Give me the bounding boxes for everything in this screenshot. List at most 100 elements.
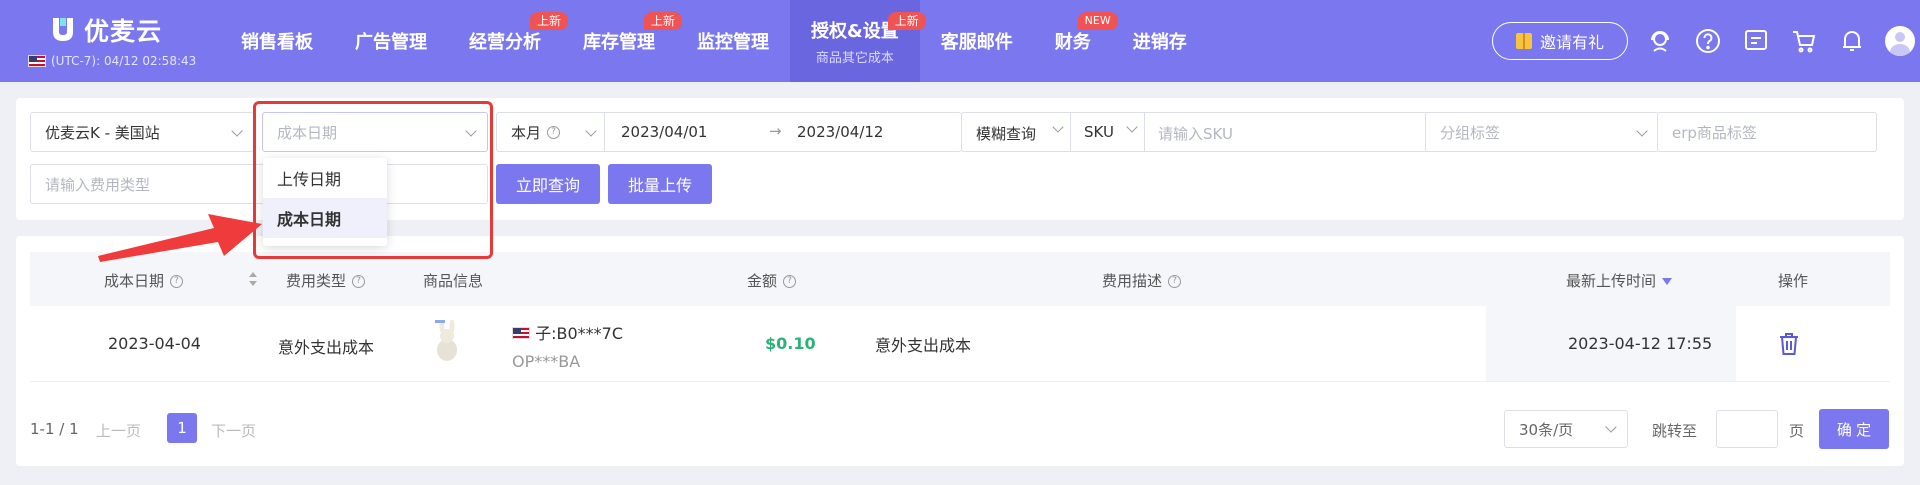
field-type-select[interactable]: SKU <box>1084 123 1114 141</box>
date-type-dropdown: 上传日期 成本日期 <box>263 158 387 246</box>
jump-page-input[interactable] <box>1716 410 1778 448</box>
nav-inventory[interactable]: 库存管理 上新 <box>562 0 682 82</box>
nav-ad-management[interactable]: 广告管理 <box>334 0 448 82</box>
header-actions: 操作 <box>1778 272 1809 290</box>
chevron-down-icon <box>1126 121 1138 133</box>
annotation-arrow-icon <box>98 214 262 262</box>
timezone-clock: (UTC-7): 04/12 02:58:43 <box>28 54 196 68</box>
chevron-down-icon <box>1636 125 1648 137</box>
cell-fee-desc: 意外支出成本 <box>875 336 972 355</box>
query-button[interactable]: 立即查询 <box>496 164 600 204</box>
nav-customer-email[interactable]: 客服邮件 <box>920 0 1034 82</box>
fee-type-placeholder: 请输入费用类型 <box>45 175 151 194</box>
table-header: 成本日期? 费用类型? 商品信息 金额? 费用描述? 最新上传时间 操作 <box>30 252 1890 306</box>
dropdown-option-cost-date[interactable]: 成本日期 <box>263 198 387 238</box>
date-start[interactable]: 2023/04/01 <box>621 123 707 141</box>
timezone-text: (UTC-7): 04/12 02:58:43 <box>51 54 197 68</box>
customer-service-icon[interactable] <box>1645 26 1675 56</box>
nav-label: 经营分析 <box>469 32 541 53</box>
invite-label: 邀请有礼 <box>1539 35 1604 52</box>
child-asin-text[interactable]: 子:B0***7C <box>535 324 623 343</box>
cell-cost-date: 2023-04-04 <box>108 334 201 353</box>
help-icon: ? <box>170 275 184 288</box>
header-amount: 金额? <box>747 270 797 291</box>
header-label: 费用类型 <box>286 272 347 290</box>
search-group: 模糊查询 SKU 请输入SKU <box>961 112 1441 152</box>
divider <box>604 113 605 151</box>
main-nav: 销售看板 广告管理 经营分析 上新 库存管理 上新 监控管理 授权&设置商品其它成本… <box>220 0 1208 82</box>
chevron-down-icon <box>1605 421 1617 433</box>
nav-label: 销售看板 <box>241 32 313 53</box>
header-label: 费用描述 <box>1102 272 1163 290</box>
batch-upload-button[interactable]: 批量上传 <box>608 164 712 204</box>
invite-button[interactable]: 邀请有礼 <box>1492 22 1628 60</box>
header-upload-time[interactable]: 最新上传时间 <box>1566 270 1673 291</box>
us-flag-icon <box>512 327 530 339</box>
erp-tag-select[interactable]: erp商品标签 <box>1657 112 1877 152</box>
confirm-jump-button[interactable]: 确 定 <box>1819 409 1889 449</box>
nav-sales-dashboard[interactable]: 销售看板 <box>220 0 334 82</box>
table-row: 2023-04-04 意外支出成本 子:B0***7C OP***BA $0.1… <box>30 306 1890 382</box>
bell-icon[interactable] <box>1837 26 1867 56</box>
cell-upload-time: 2023-04-12 17:55 <box>1568 334 1713 353</box>
page-size-select[interactable]: 30条/页 <box>1504 410 1628 448</box>
cart-icon[interactable] <box>1789 26 1819 56</box>
next-page-button[interactable]: 下一页 <box>211 420 256 441</box>
nav-auth-settings[interactable]: 授权&设置 商品其它成本 上新 <box>790 0 926 82</box>
product-thumbnail[interactable] <box>429 320 465 364</box>
help-icon: ? <box>783 275 797 288</box>
divider <box>1070 113 1071 151</box>
nav-monitoring[interactable]: 监控管理 <box>676 0 790 82</box>
nav-finance[interactable]: 财务 NEW <box>1034 0 1118 82</box>
product-asin: 子:B0***7C <box>512 320 623 344</box>
top-navigation-bar: 优麦云 (UTC-7): 04/12 02:58:43 销售看板 广告管理 经营… <box>0 0 1920 82</box>
group-tag-select[interactable]: 分组标签 <box>1425 112 1659 152</box>
sort-desc-icon <box>1662 278 1673 285</box>
help-icon: ? <box>1168 275 1182 288</box>
help-icon: ? <box>547 125 561 139</box>
page-number-1[interactable]: 1 <box>167 413 197 443</box>
divider <box>1144 113 1145 151</box>
date-end[interactable]: 2023/04/12 <box>797 123 883 141</box>
sort-icon[interactable] <box>248 271 258 287</box>
dropdown-option-upload-date[interactable]: 上传日期 <box>263 158 387 198</box>
prev-page-button[interactable]: 上一页 <box>96 420 141 441</box>
nav-purchase-sales-inventory[interactable]: 进销存 <box>1112 0 1208 82</box>
cell-fee-type: 意外支出成本 <box>278 338 375 357</box>
message-icon[interactable] <box>1741 26 1771 56</box>
group-tag-placeholder: 分组标签 <box>1440 123 1501 142</box>
gift-icon <box>1515 33 1532 49</box>
shop-value: 优麦云K - 美国站 <box>45 123 160 142</box>
chevron-down-icon <box>585 125 597 137</box>
page-size-value: 30条/页 <box>1519 420 1574 439</box>
nav-business-analysis[interactable]: 经营分析 上新 <box>448 0 568 82</box>
logo-text: 优麦云 <box>84 17 163 46</box>
nav-label: 监控管理 <box>697 32 769 53</box>
page-unit-label: 页 <box>1789 422 1805 440</box>
shop-select[interactable]: 优麦云K - 美国站 <box>30 112 254 152</box>
match-mode-select[interactable]: 模糊查询 <box>976 123 1036 144</box>
header-product-info: 商品信息 <box>423 272 484 290</box>
user-avatar[interactable] <box>1885 26 1915 56</box>
table-panel: 成本日期? 费用类型? 商品信息 金额? 费用描述? 最新上传时间 操作 202… <box>16 236 1904 466</box>
help-icon[interactable] <box>1693 26 1723 56</box>
nav-label: 授权&设置 <box>811 20 899 42</box>
product-sku: OP***BA <box>512 352 581 371</box>
delete-icon[interactable] <box>1778 332 1800 356</box>
header-cost-date[interactable]: 成本日期? <box>104 270 184 291</box>
nav-label: 库存管理 <box>583 32 655 53</box>
nav-sub-label: 商品其它成本 <box>815 50 894 66</box>
sku-input[interactable]: 请输入SKU <box>1158 123 1233 144</box>
date-range-picker[interactable]: 本月 ? 2023/04/01 → 2023/04/12 <box>496 112 962 152</box>
header-icons <box>1645 26 1915 56</box>
header-label: 金额 <box>747 272 778 290</box>
chevron-down-icon <box>231 125 243 137</box>
erp-tag-placeholder: erp商品标签 <box>1672 123 1757 142</box>
nav-label: 财务 <box>1054 32 1091 53</box>
logo-icon <box>50 16 76 44</box>
us-flag-icon <box>28 55 46 67</box>
logo[interactable]: 优麦云 <box>50 12 162 48</box>
nav-label: 客服邮件 <box>940 32 1013 53</box>
arrow-right-icon: → <box>769 122 782 140</box>
nav-label: 广告管理 <box>355 32 427 53</box>
